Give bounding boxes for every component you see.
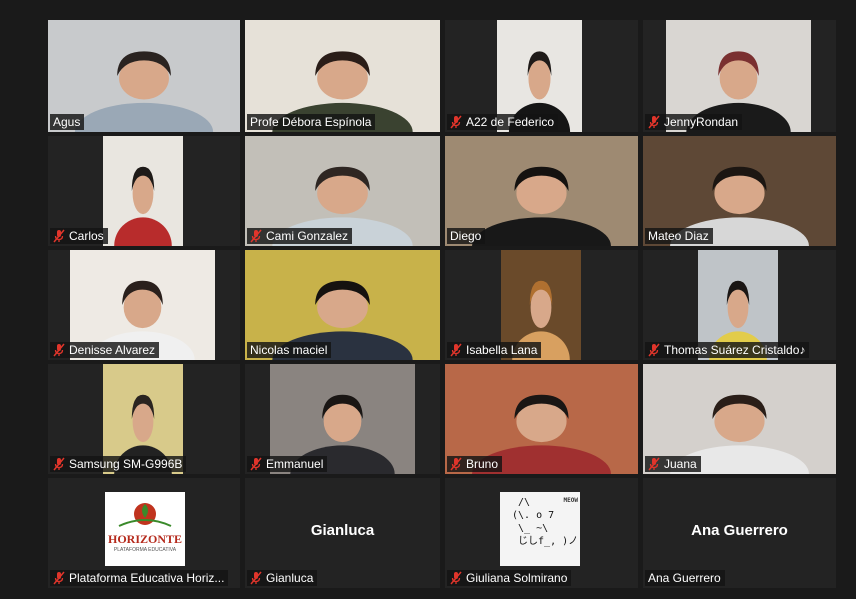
participant-tile[interactable]: Juana [643,364,836,474]
participant-name-bar: Plataforma Educativa Horiz... [50,570,229,586]
participant-name: Emmanuel [266,457,324,471]
horizonte-logo: HORIZONTE PLATAFORMA EDUCATIVA [105,492,185,566]
gallery-grid: Agus Profe Débora Espínola A22 de Federico… [48,20,836,588]
participant-tile[interactable]: Profe Débora Espínola [245,20,440,132]
participant-name: Plataforma Educativa Horiz... [69,571,225,585]
participant-name: Carlos [69,229,104,243]
participant-name-bar: Emmanuel [247,456,328,472]
participant-name: Nicolas maciel [250,343,328,357]
muted-mic-icon [250,571,262,585]
logo-brand-text: HORIZONTE [107,532,182,546]
meow-label: MEOW [563,497,578,504]
participant-name-bar: Ana Guerrero [645,570,725,586]
participant-name: Juana [664,457,697,471]
participant-tile[interactable]: HORIZONTE PLATAFORMA EDUCATIVA Plataforma … [48,478,240,588]
participant-video [103,136,183,246]
participant-name-bar: Gianluca [247,570,318,586]
participant-tile[interactable]: Bruno [445,364,638,474]
participant-tile[interactable]: Isabella Lana [445,250,638,360]
participant-name-bar: Isabella Lana [447,342,542,358]
muted-mic-icon [450,571,462,585]
participant-name: Denisse Alvarez [69,343,156,357]
muted-mic-icon [648,343,660,357]
participant-tile[interactable]: Nicolas maciel [245,250,440,360]
muted-mic-icon [53,457,65,471]
muted-mic-icon [250,229,262,243]
participant-tile[interactable]: A22 de Federico [445,20,638,132]
participant-tile[interactable]: Emmanuel [245,364,440,474]
logo-tagline: PLATAFORMA EDUCATIVA [113,547,177,553]
participant-name: Giuliana Solmirano [466,571,568,585]
participant-name-bar: Carlos [50,228,108,244]
participant-tile[interactable]: Gianluca Gianluca [245,478,440,588]
sun-leaf-icon [118,503,172,527]
participant-name: Cami Gonzalez [266,229,349,243]
participant-name-bar: Giuliana Solmirano [447,570,572,586]
participant-name: Ana Guerrero [648,571,721,585]
participant-tile[interactable]: Diego [445,136,638,246]
muted-mic-icon [450,457,462,471]
participant-name-bar: Nicolas maciel [247,342,332,358]
muted-mic-icon [450,115,462,129]
participant-name-bar: Bruno [447,456,503,472]
participant-name: Mateo Diaz [648,229,709,243]
participant-tile[interactable]: Carlos [48,136,240,246]
ascii-art-avatar: /\ (\. o 7 \_ ~\ じしf_, )ノ MEOW [500,492,580,566]
participant-name: Bruno [466,457,499,471]
muted-mic-icon [250,457,262,471]
participant-tile[interactable]: Samsung SM-G996B [48,364,240,474]
participant-name-bar: Thomas Suárez Cristaldo♪ [645,342,810,358]
participant-display-name: Gianluca [310,522,375,539]
participant-name-bar: Agus [50,114,85,130]
participant-name: Agus [53,115,81,129]
participant-tile[interactable]: JennyRondan [643,20,836,132]
participant-tile[interactable]: Mateo Diaz [643,136,836,246]
participant-name-bar: A22 de Federico [447,114,559,130]
participant-name: Profe Débora Espínola [250,115,372,129]
participant-name: Gianluca [266,571,314,585]
muted-mic-icon [450,343,462,357]
participant-name-bar: Profe Débora Espínola [247,114,376,130]
participant-name: Samsung SM-G996B [69,457,183,471]
participant-tile[interactable]: Denisse Alvarez [48,250,240,360]
participant-name-bar: Denisse Alvarez [50,342,160,358]
participant-name-bar: Cami Gonzalez [247,228,353,244]
muted-mic-icon [53,571,65,585]
participant-name-bar: Samsung SM-G996B [50,456,187,472]
participant-tile[interactable]: Ana Guerrero Ana Guerrero [643,478,836,588]
participant-tile[interactable]: /\ (\. o 7 \_ ~\ じしf_, )ノ MEOW Giuliana So… [445,478,638,588]
participant-tile[interactable]: Thomas Suárez Cristaldo♪ [643,250,836,360]
participant-name: JennyRondan [664,115,739,129]
participant-name-bar: Mateo Diaz [645,228,713,244]
participant-name-bar: Juana [645,456,701,472]
participant-tile[interactable]: Cami Gonzalez [245,136,440,246]
muted-mic-icon [53,343,65,357]
participant-name: A22 de Federico [466,115,555,129]
muted-mic-icon [648,457,660,471]
participant-name-bar: Diego [447,228,486,244]
participant-name: Diego [450,229,482,243]
participant-name: Isabella Lana [466,343,538,357]
video-frame [103,136,183,246]
participant-display-name: Ana Guerrero [691,522,788,539]
participant-name: Thomas Suárez Cristaldo♪ [664,343,806,357]
muted-mic-icon [53,229,65,243]
participant-tile[interactable]: Agus [48,20,240,132]
muted-mic-icon [648,115,660,129]
participant-name-bar: JennyRondan [645,114,743,130]
